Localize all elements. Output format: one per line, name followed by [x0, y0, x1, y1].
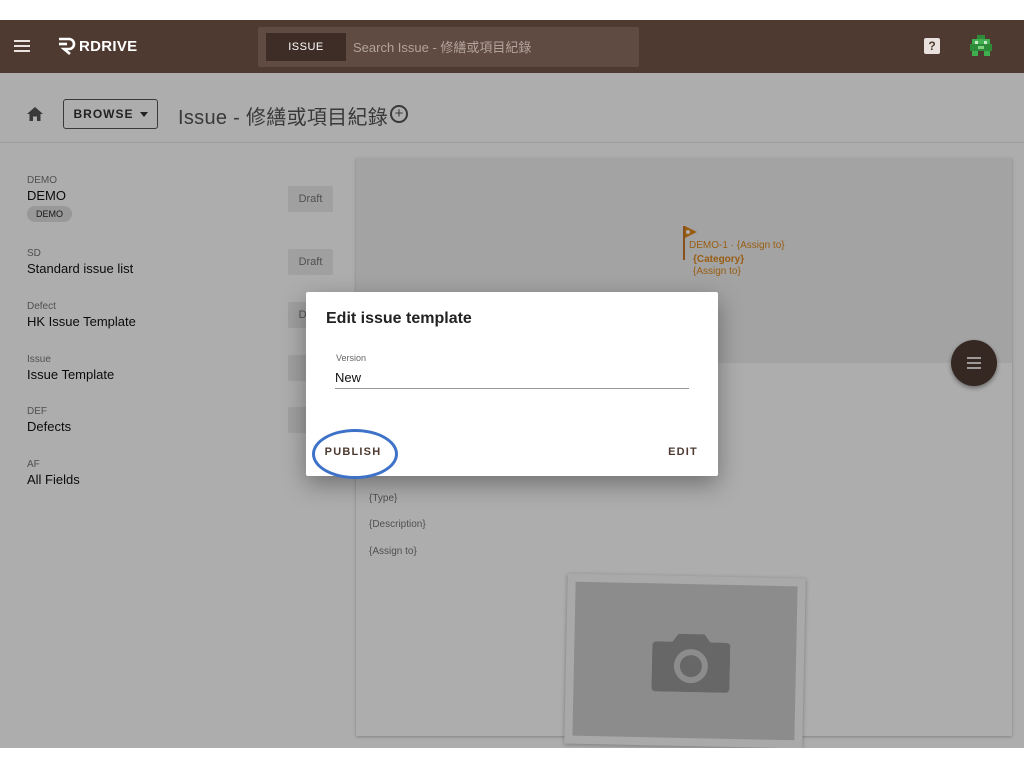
hamburger-menu-icon[interactable]: [14, 40, 30, 52]
help-icon[interactable]: ?: [924, 38, 940, 54]
top-strip: [0, 0, 1024, 20]
edit-button[interactable]: EDIT: [658, 439, 708, 465]
publish-button[interactable]: PUBLISH: [318, 439, 388, 465]
dialog-title: Edit issue template: [326, 310, 472, 327]
search-input[interactable]: [353, 33, 629, 61]
version-field-label: Version: [336, 353, 367, 363]
search-scope-chip[interactable]: ISSUE: [266, 33, 346, 61]
bottom-strip: [0, 748, 1024, 768]
brand-logo[interactable]: RDRIVE: [55, 35, 137, 57]
search-bar: ISSUE: [258, 27, 639, 67]
user-avatar[interactable]: [968, 33, 994, 59]
edit-template-dialog: Edit issue template Version PUBLISH EDIT: [306, 292, 718, 476]
app-bar: RDRIVE ISSUE ?: [0, 20, 1024, 73]
brand-name: RDRIVE: [79, 37, 138, 55]
version-input[interactable]: [335, 367, 689, 389]
brand-mark-icon: [59, 37, 76, 55]
app-root: RDRIVE ISSUE ? BROWSE Issue - 修繕或項目紀錄: [0, 0, 1024, 768]
